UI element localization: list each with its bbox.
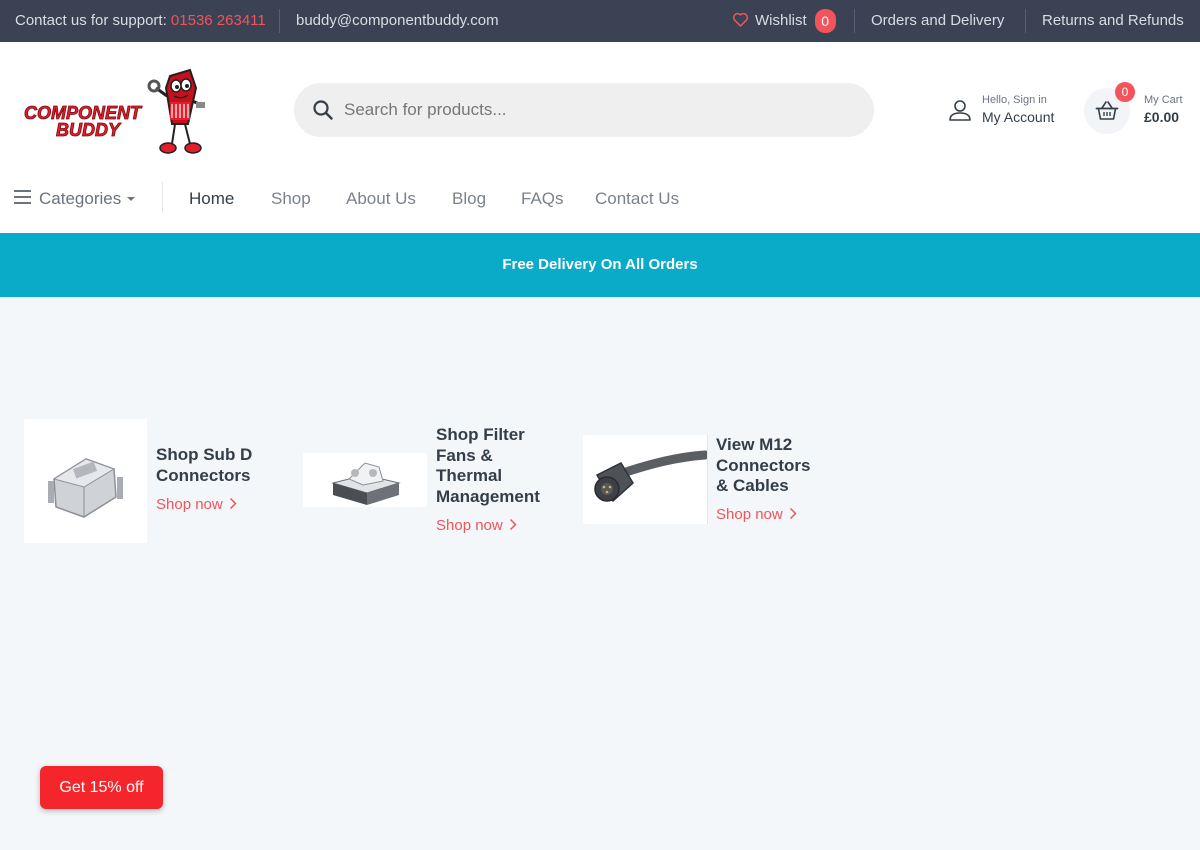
caret-down-icon xyxy=(127,197,135,201)
support-phone-link[interactable]: 01536 263411 xyxy=(171,12,266,29)
shop-now-filter-fans-link[interactable]: Shop now xyxy=(436,517,517,534)
free-delivery-banner: Free Delivery On All Orders xyxy=(0,233,1200,297)
chevron-right-icon xyxy=(509,519,517,531)
m12-connector-image[interactable] xyxy=(583,435,707,524)
promo-divider xyxy=(707,435,708,524)
returns-refunds-link[interactable]: Returns and Refunds xyxy=(1042,0,1184,42)
basket-icon xyxy=(1095,101,1119,120)
topbar-divider xyxy=(854,9,855,33)
wishlist-label: Wishlist xyxy=(755,12,807,29)
support-label: Contact us for support: xyxy=(15,12,167,29)
nav-blog[interactable]: Blog xyxy=(452,189,486,209)
nav-about-us[interactable]: About Us xyxy=(346,189,416,209)
promo-title-sub-d: Shop Sub D Connectors xyxy=(156,445,253,485)
cart-label: My Cart xyxy=(1144,94,1183,106)
nav-contact-us[interactable]: Contact Us xyxy=(595,189,679,209)
topbar-divider xyxy=(1025,9,1026,33)
hamburger-icon xyxy=(14,190,31,204)
cart-total: £0.00 xyxy=(1144,109,1180,125)
support-contact: Contact us for support: 01536 263411 xyxy=(15,0,266,42)
nav-faqs[interactable]: FAQs xyxy=(521,189,564,209)
heart-icon xyxy=(732,12,749,27)
get-discount-button[interactable]: Get 15% off xyxy=(40,766,163,809)
user-icon xyxy=(949,100,971,121)
top-bar: Contact us for support: 01536 263411 bud… xyxy=(0,0,1200,42)
promo-title-m12: View M12 Connectors & Cables xyxy=(716,435,811,495)
shop-now-sub-d-link[interactable]: Shop now xyxy=(156,496,237,513)
support-email-link[interactable]: buddy@componentbuddy.com xyxy=(296,0,499,42)
promo-title-filter-fans: Shop Filter Fans & Thermal Management xyxy=(436,425,540,506)
cart-link[interactable]: 0 My Cart £0.00 xyxy=(1084,82,1194,134)
chevron-right-icon xyxy=(789,508,797,520)
wishlist-link[interactable]: Wishlist 0 xyxy=(732,0,836,42)
nav-divider xyxy=(162,182,163,213)
sub-d-connector-image[interactable] xyxy=(24,419,147,543)
site-logo[interactable]: COMPONENT BUDDY xyxy=(20,68,210,158)
categories-label: Categories xyxy=(39,189,122,208)
topbar-divider xyxy=(279,9,280,33)
wishlist-count-badge: 0 xyxy=(814,9,836,34)
nav-shop[interactable]: Shop xyxy=(271,189,311,209)
account-greeting: Hello, Sign in xyxy=(982,94,1047,106)
search-icon[interactable] xyxy=(312,99,334,121)
chevron-right-icon xyxy=(229,498,237,510)
search-input[interactable] xyxy=(344,83,854,137)
nav-home[interactable]: Home xyxy=(189,189,234,209)
site-header: COMPONENT BUDDY Hello, Sign in My Accoun… xyxy=(0,42,1200,233)
search-bar xyxy=(294,83,874,137)
my-account-link[interactable]: Hello, Sign in My Account xyxy=(948,94,1068,130)
account-label: My Account xyxy=(982,109,1055,125)
logo-mascot-image: COMPONENT BUDDY xyxy=(24,68,205,154)
shop-now-m12-link[interactable]: Shop now xyxy=(716,506,797,523)
orders-delivery-link[interactable]: Orders and Delivery xyxy=(871,0,1004,42)
filter-fan-image[interactable] xyxy=(303,453,427,507)
cart-count-badge: 0 xyxy=(1115,82,1135,102)
logo-wordmark-line2: BUDDY xyxy=(56,120,122,140)
